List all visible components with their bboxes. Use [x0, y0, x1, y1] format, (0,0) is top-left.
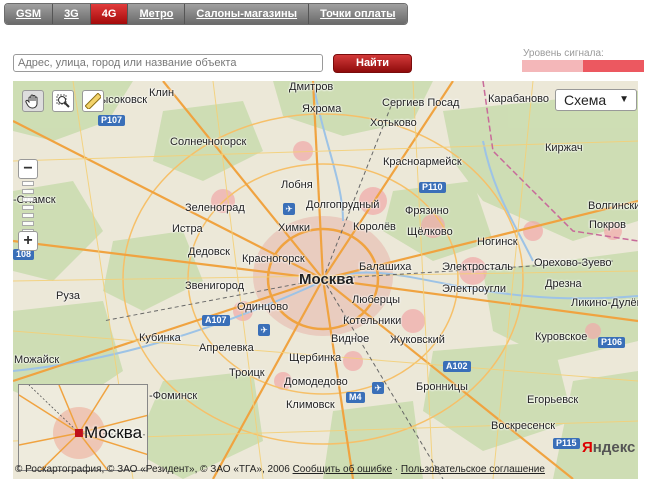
city-label: Волгинский — [588, 200, 638, 212]
separator: · — [392, 464, 401, 475]
tab-metro[interactable]: Метро — [128, 4, 186, 24]
map-type-select[interactable]: Схема ▼ — [555, 89, 637, 111]
road-badge: Р107 — [98, 115, 126, 126]
tab-shops[interactable]: Салоны-магазины — [185, 4, 310, 24]
city-label: Клин — [149, 87, 175, 99]
signal-level-label: Уровень сигнала: — [523, 48, 604, 59]
tab-bar: GSM 3G 4G Метро Салоны-магазины Точки оп… — [4, 3, 408, 25]
city-label: Долгопрудный — [306, 199, 380, 211]
ruler-icon[interactable] — [82, 90, 104, 112]
city-label: Жуковский — [390, 334, 445, 346]
tab-4g[interactable]: 4G — [90, 4, 129, 24]
city-label: Щёлково — [407, 226, 453, 238]
hand-icon[interactable] — [22, 90, 44, 112]
road-badge: Р110 — [419, 182, 446, 193]
city-label: Лобня — [281, 179, 313, 191]
city-label: Киржач — [545, 142, 583, 154]
airport-icon: ✈ — [258, 324, 270, 336]
road-badge: Р106 — [598, 337, 626, 348]
signal-strong-swatch — [583, 60, 644, 72]
city-label: Кубинка — [139, 332, 181, 344]
city-label: -Фоминск — [149, 390, 198, 402]
road-badge: Р115 — [553, 438, 580, 449]
city-label: Котельники — [343, 315, 402, 327]
city-label: Ногинск — [477, 236, 518, 248]
tab-gsm[interactable]: GSM — [5, 4, 54, 24]
minimap-city-marker — [75, 429, 83, 437]
airport-icon: ✈ — [372, 382, 384, 394]
city-label: Люберцы — [352, 294, 401, 306]
city-label: Карабаново — [488, 93, 549, 105]
signal-level-legend — [522, 60, 644, 72]
city-label: Дедовск — [188, 246, 230, 258]
chevron-down-icon: ▼ — [619, 94, 629, 105]
find-button[interactable]: Найти — [333, 54, 412, 73]
overview-minimap[interactable]: Москва — [18, 384, 148, 471]
city-label: Куровское — [535, 331, 588, 343]
city-label: Одинцово — [237, 301, 289, 313]
city-label: Звенигород — [185, 280, 245, 292]
city-label: Фрязино — [405, 205, 449, 217]
city-label: Покров — [589, 219, 626, 231]
city-label: Орехово-Зуево — [534, 257, 612, 269]
city-label: Солнечногорск — [170, 136, 247, 148]
city-label: Бронницы — [416, 381, 468, 393]
city-label: Егорьевск — [527, 394, 579, 406]
user-agreement-link[interactable]: Пользовательское соглашение — [401, 464, 545, 475]
map-view[interactable]: Клин Дмитров Карабаново Яхрома Сергиев П… — [13, 81, 638, 479]
city-label: Видное — [331, 333, 370, 345]
city-label-moscow: Москва — [299, 271, 354, 288]
tab-3g[interactable]: 3G — [53, 4, 91, 24]
report-error-link[interactable]: Сообщить об ошибке — [293, 464, 392, 475]
city-label: Можайск — [14, 354, 60, 366]
city-label: Домодедово — [284, 376, 348, 388]
city-label: Зеленоград — [185, 202, 245, 214]
city-label: Дмитров — [289, 81, 334, 93]
city-label: Сергиев Посад — [382, 97, 460, 109]
city-label: Воскресенск — [491, 420, 556, 432]
map-type-label: Схема — [564, 92, 607, 108]
city-label: Королёв — [353, 221, 396, 233]
zoom-in-button[interactable]: + — [18, 231, 38, 251]
city-label: Хотьково — [370, 117, 417, 129]
minimap-city-label: Москва — [84, 423, 143, 442]
city-label: Климовск — [286, 399, 335, 411]
road-badge: А107 — [202, 315, 230, 326]
signal-weak-swatch — [522, 60, 583, 72]
city-label: Электроугли — [442, 283, 506, 295]
road-badge: А102 — [443, 361, 471, 372]
road-badge: М4 — [346, 392, 365, 403]
magnifier-icon[interactable] — [52, 90, 74, 112]
city-label: Красногорск — [242, 253, 305, 265]
zoom-out-button[interactable]: − — [18, 159, 38, 179]
yandex-logo: Яндекс — [582, 439, 636, 456]
tab-payment-points[interactable]: Точки оплаты — [309, 4, 407, 24]
copyright-bar: © Роскартография, © ЗАО «Резидент», © ЗА… — [13, 464, 638, 475]
city-label: Апрелевка — [199, 342, 254, 354]
city-label: Яхрома — [302, 103, 342, 115]
airport-icon: ✈ — [283, 203, 295, 215]
city-label: Дрезна — [545, 278, 582, 290]
city-label: Истра — [172, 223, 203, 235]
city-label: -Оламск — [13, 194, 56, 206]
search-input[interactable] — [13, 54, 323, 72]
copyright-text: © Роскартография, © ЗАО «Резидент», © ЗА… — [15, 464, 290, 475]
city-label: Ликино-Дулёво — [571, 297, 638, 309]
city-label: Электросталь — [442, 261, 513, 273]
city-label: Троицк — [229, 367, 265, 379]
city-label: Руза — [56, 290, 80, 302]
city-label: Балашиха — [359, 261, 412, 273]
city-label: Химки — [278, 222, 311, 234]
city-label: Красноармейск — [383, 156, 462, 168]
city-label: Щербинка — [289, 352, 342, 364]
